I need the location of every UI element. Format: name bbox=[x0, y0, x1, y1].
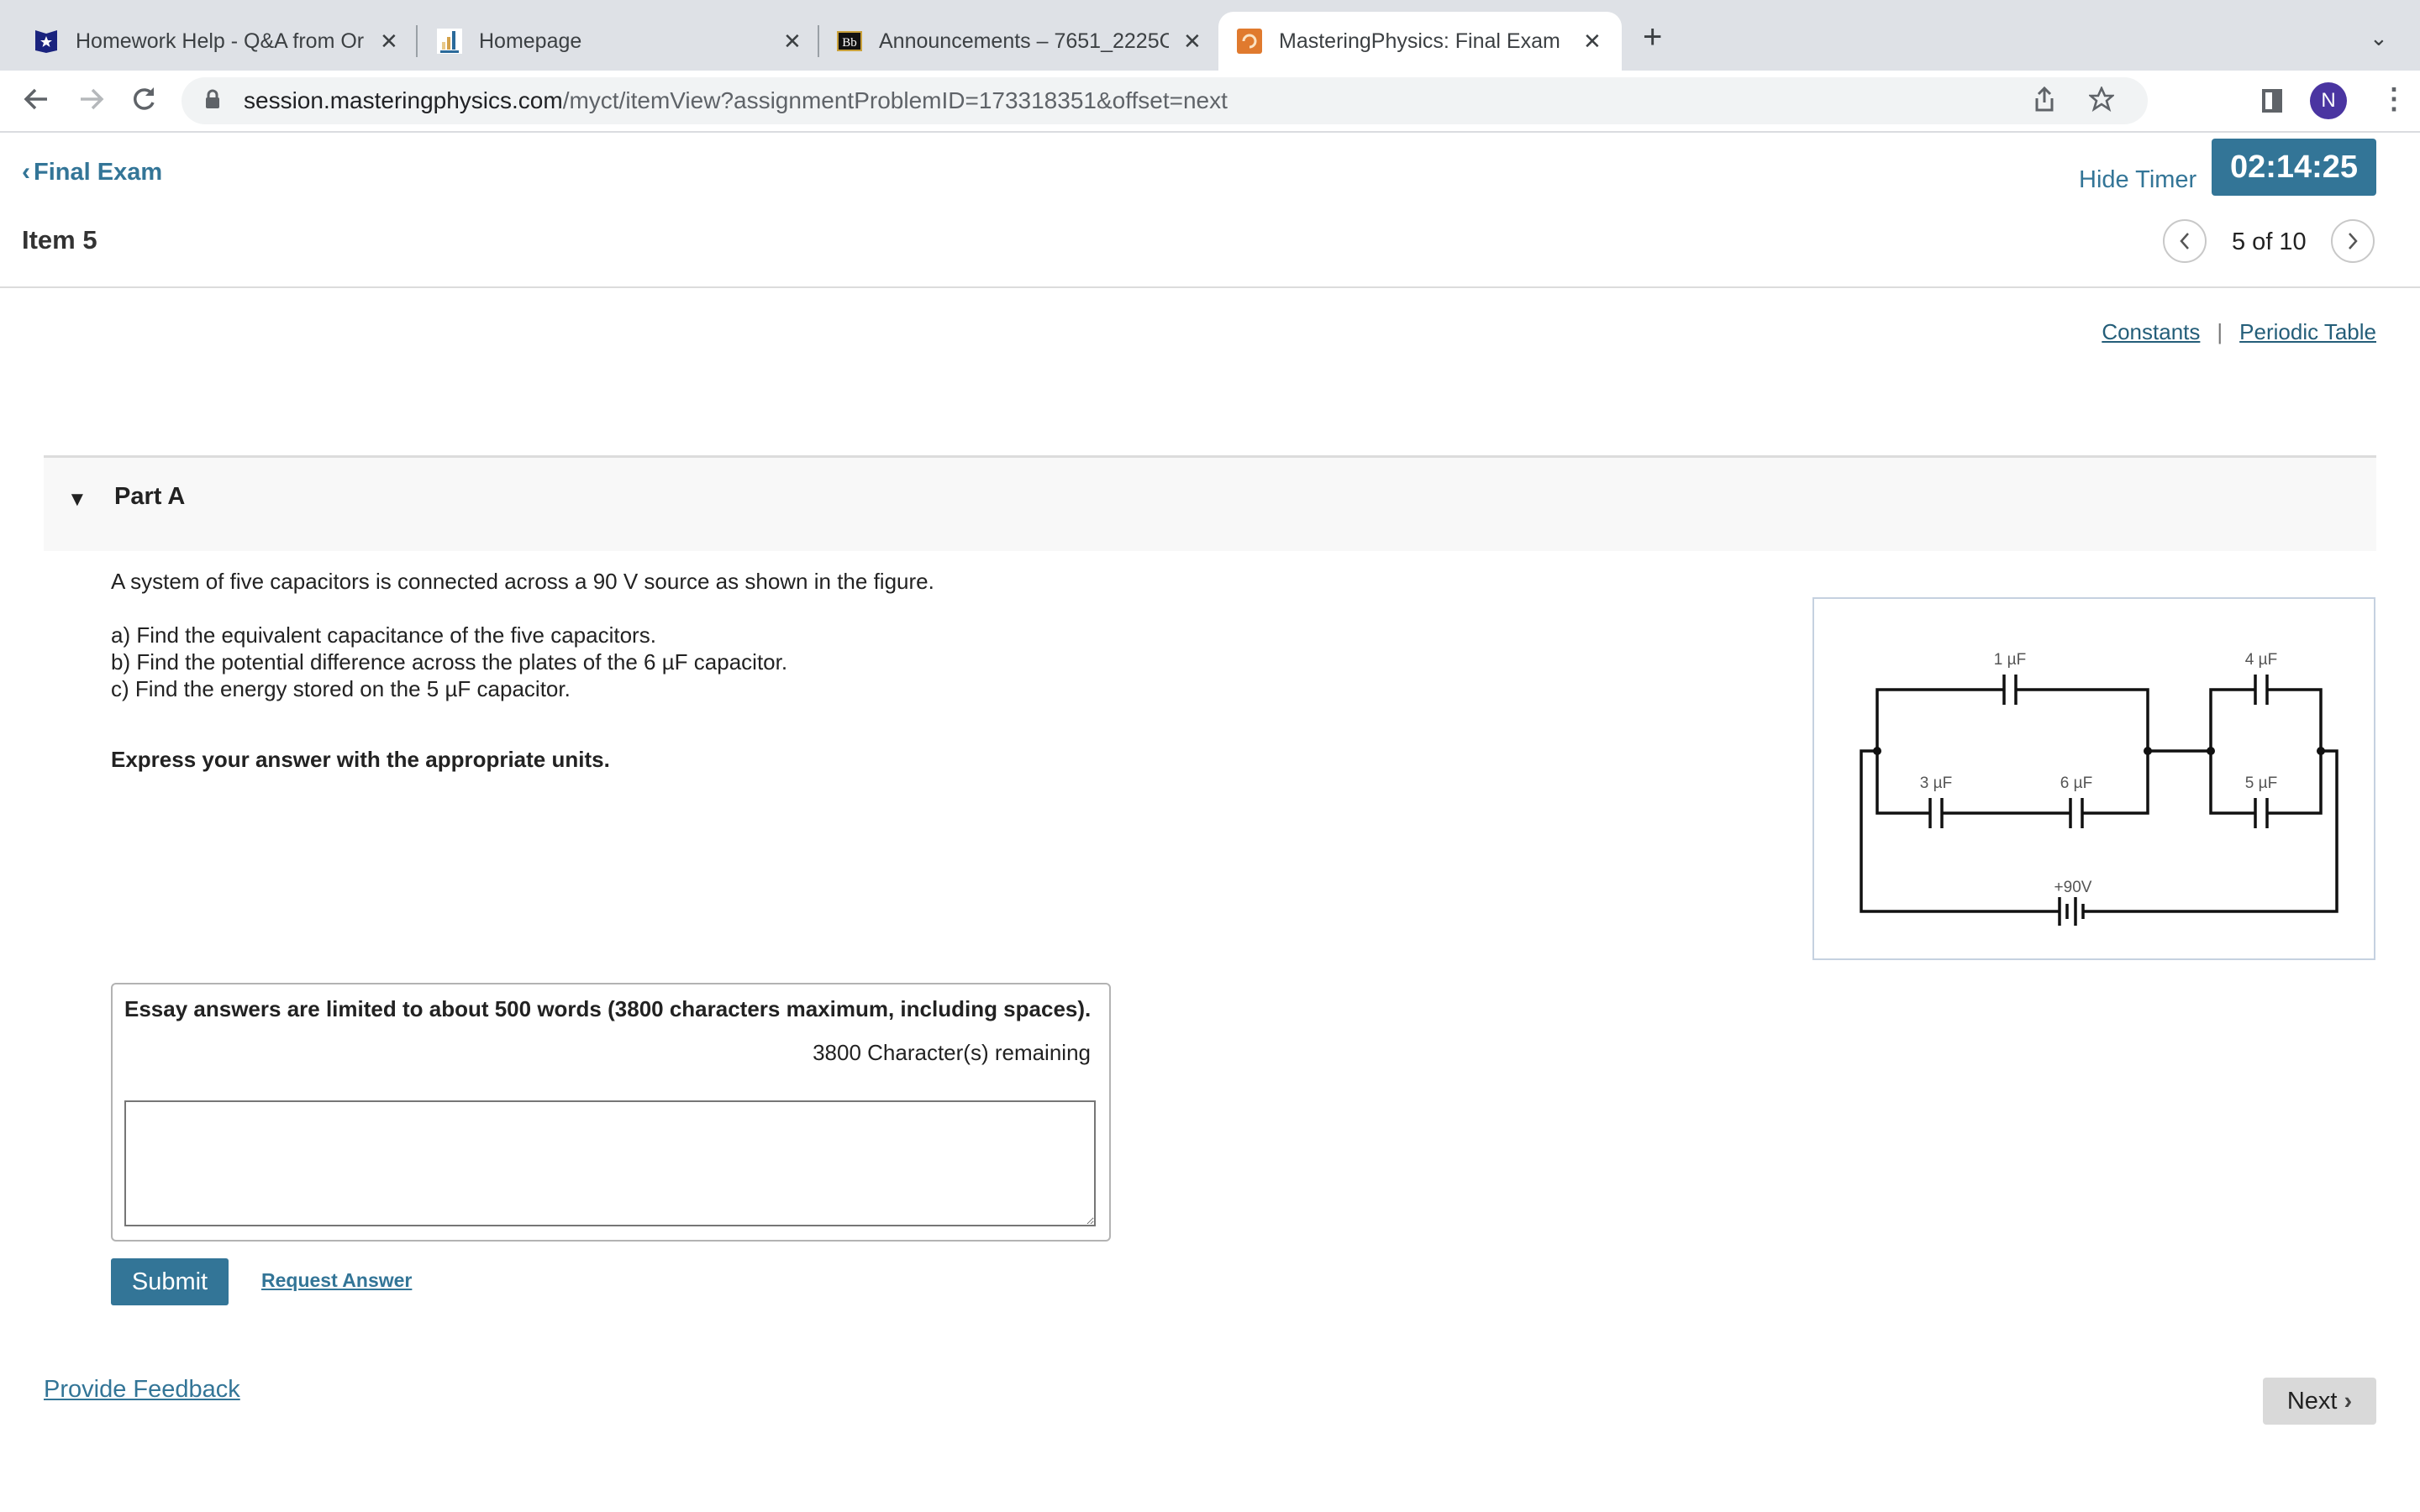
mastering-icon bbox=[1237, 29, 1262, 54]
essay-limit-note: Essay answers are limited to about 500 w… bbox=[124, 996, 1092, 1021]
next-item-button[interactable] bbox=[2331, 219, 2375, 263]
chevron-right-icon: › bbox=[2344, 1387, 2353, 1415]
question-a: a) Find the equivalent capacitance of th… bbox=[111, 622, 656, 648]
capacitor-plates bbox=[1928, 675, 2269, 926]
star-shield-icon bbox=[34, 29, 59, 54]
back-to-final-exam-link[interactable]: ‹ Final Exam bbox=[22, 158, 162, 186]
circuit-figure: 1 µF 3 µF 6 µF 4 µF 5 µF +90V bbox=[1812, 597, 2375, 960]
back-link-label: Final Exam bbox=[34, 158, 163, 186]
new-tab-button[interactable]: + bbox=[1643, 20, 1662, 54]
tab-search-chevron-icon[interactable]: ⌄ bbox=[2370, 25, 2388, 51]
blackboard-icon: Bb bbox=[837, 29, 862, 54]
browser-tab-bar: Homework Help - Q&A from Or ✕ Homepage ✕… bbox=[0, 0, 2420, 71]
svg-text:Bb: Bb bbox=[842, 36, 857, 50]
circuit-diagram: 1 µF 3 µF 6 µF 4 µF 5 µF +90V bbox=[1860, 651, 2338, 926]
junction-node bbox=[2207, 747, 2215, 755]
label-c3: 3 µF bbox=[1920, 774, 1952, 792]
forward-arrow-icon[interactable] bbox=[77, 82, 106, 121]
item-pager: 5 of 10 bbox=[2232, 228, 2307, 255]
submit-button[interactable]: Submit bbox=[111, 1258, 229, 1305]
tab-masteringphysics[interactable]: MasteringPhysics: Final Exam ✕ bbox=[1218, 12, 1622, 71]
label-c5: 5 µF bbox=[2245, 774, 2277, 792]
close-tab-icon[interactable]: ✕ bbox=[380, 29, 398, 55]
essay-answer-panel: Essay answers are limited to about 500 w… bbox=[111, 983, 1111, 1242]
part-title: Part A bbox=[114, 483, 186, 510]
header-divider bbox=[0, 286, 2420, 288]
tab-title: Homepage bbox=[479, 29, 582, 53]
profile-avatar[interactable]: N bbox=[2310, 82, 2347, 119]
close-tab-icon[interactable]: ✕ bbox=[783, 29, 802, 55]
tab-separator bbox=[416, 25, 418, 57]
tab-title: Announcements – 7651_2225C bbox=[879, 29, 1169, 53]
provide-feedback-link[interactable]: Provide Feedback bbox=[44, 1376, 240, 1404]
question-text: A system of five capacitors is connected… bbox=[111, 568, 1371, 773]
battery-symbol bbox=[2058, 897, 2085, 926]
tab-title: MasteringPhysics: Final Exam bbox=[1279, 29, 1560, 53]
label-c1: 1 µF bbox=[1994, 651, 2026, 669]
junction-node bbox=[2317, 747, 2325, 755]
tab-title: Homework Help - Q&A from Or bbox=[76, 29, 365, 53]
part-a-header[interactable]: ▼ Part A bbox=[44, 455, 2376, 551]
address-bar[interactable]: session.masteringphysics.com/myct/itemVi… bbox=[182, 77, 2148, 124]
junction-node bbox=[1873, 747, 1881, 755]
essay-answer-input[interactable] bbox=[124, 1100, 1096, 1226]
tab-separator bbox=[818, 25, 819, 57]
side-panel-icon[interactable] bbox=[2262, 89, 2282, 113]
item-title: Item 5 bbox=[22, 225, 97, 255]
next-button[interactable]: Next › bbox=[2263, 1378, 2376, 1425]
lock-icon[interactable] bbox=[205, 89, 220, 113]
url-host: session.masteringphysics.com bbox=[244, 87, 563, 113]
close-tab-icon[interactable]: ✕ bbox=[1183, 29, 1202, 55]
bar-chart-icon bbox=[437, 29, 462, 54]
chevron-left-icon: ‹ bbox=[22, 158, 30, 186]
label-source: +90V bbox=[2054, 879, 2092, 896]
circuit-wires bbox=[1860, 688, 2338, 913]
junction-nodes bbox=[1873, 747, 2325, 755]
browser-toolbar: session.masteringphysics.com/myct/itemVi… bbox=[0, 71, 2420, 133]
share-icon[interactable] bbox=[2033, 86, 2055, 119]
tab-homepage[interactable]: Homepage ✕ bbox=[437, 12, 807, 71]
constants-link[interactable]: Constants bbox=[2102, 319, 2200, 345]
question-c: c) Find the energy stored on the 5 µF ca… bbox=[111, 676, 571, 701]
tab-homework-help[interactable]: Homework Help - Q&A from Or ✕ bbox=[34, 12, 403, 71]
tab-announcements[interactable]: Bb Announcements – 7651_2225C ✕ bbox=[837, 12, 1207, 71]
question-intro: A system of five capacitors is connected… bbox=[111, 569, 934, 594]
url-text[interactable]: session.masteringphysics.com/myct/itemVi… bbox=[244, 87, 1228, 114]
request-answer-link[interactable]: Request Answer bbox=[261, 1269, 412, 1292]
chevron-left-icon bbox=[2180, 233, 2189, 249]
label-c4: 4 µF bbox=[2245, 651, 2277, 669]
chevron-right-icon bbox=[2349, 233, 2358, 249]
characters-remaining: 3800 Character(s) remaining bbox=[813, 1040, 1091, 1065]
url-path: /myct/itemView?assignmentProblemID=17331… bbox=[562, 87, 1228, 113]
reference-links: Constants | Periodic Table bbox=[2102, 319, 2376, 345]
link-separator: | bbox=[2217, 319, 2223, 344]
hide-timer-link[interactable]: Hide Timer bbox=[2079, 166, 2196, 194]
bookmark-star-icon[interactable] bbox=[2087, 85, 2116, 118]
reload-icon[interactable] bbox=[129, 82, 158, 121]
previous-item-button[interactable] bbox=[2163, 219, 2207, 263]
countdown-timer: 02:14:25 bbox=[2212, 139, 2376, 196]
next-label: Next bbox=[2286, 1387, 2338, 1415]
junction-node bbox=[2144, 747, 2152, 755]
back-arrow-icon[interactable] bbox=[22, 82, 50, 121]
omnibox-actions bbox=[2033, 85, 2116, 119]
collapse-triangle-icon[interactable]: ▼ bbox=[67, 488, 87, 512]
close-tab-icon[interactable]: ✕ bbox=[1583, 29, 1602, 55]
more-menu-icon[interactable]: ⋮ bbox=[2380, 82, 2408, 116]
answer-instruction: Express your answer with the appropriate… bbox=[111, 747, 610, 772]
question-b: b) Find the potential difference across … bbox=[111, 649, 788, 675]
label-c6: 6 µF bbox=[2060, 774, 2092, 792]
periodic-table-link[interactable]: Periodic Table bbox=[2239, 319, 2376, 345]
